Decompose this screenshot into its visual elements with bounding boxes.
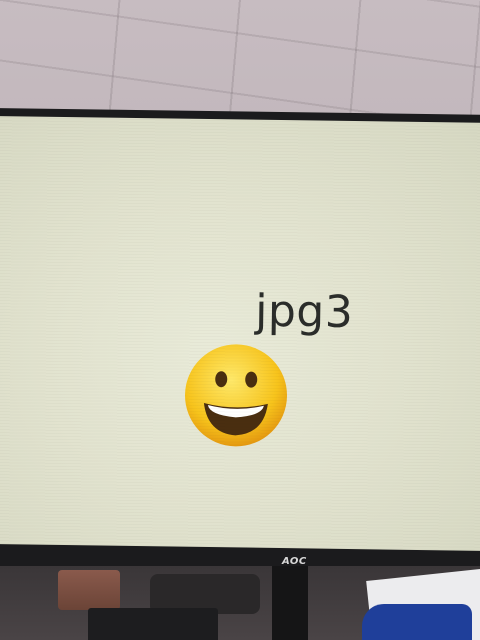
monitor: jpg3 <box>0 108 480 575</box>
desk-box <box>58 570 120 610</box>
monitor-stand <box>272 566 308 640</box>
photo-scene: jpg3 AOC <box>0 0 480 640</box>
desk-phone <box>88 608 218 640</box>
screen-label: jpg3 <box>254 285 354 339</box>
blue-cloth <box>362 604 472 640</box>
grinning-face-icon <box>181 341 291 454</box>
ceiling-tiles <box>0 0 480 120</box>
monitor-screen: jpg3 <box>0 116 480 551</box>
